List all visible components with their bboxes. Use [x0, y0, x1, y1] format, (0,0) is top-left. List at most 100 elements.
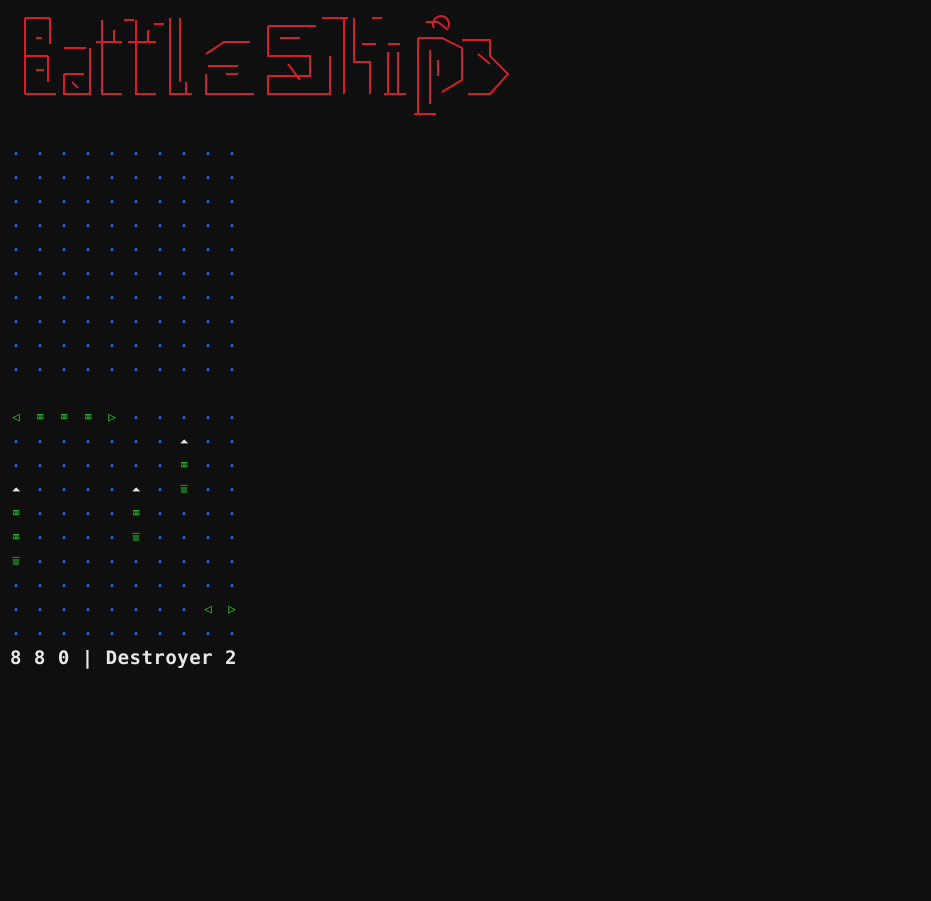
enemy-cell-water[interactable]: ·	[172, 286, 196, 310]
enemy-cell-water[interactable]: ·	[76, 358, 100, 382]
enemy-cell-water[interactable]: ·	[76, 238, 100, 262]
enemy-cell-water[interactable]: ·	[172, 238, 196, 262]
enemy-cell-water[interactable]: ·	[148, 334, 172, 358]
enemy-cell-water[interactable]: ·	[196, 190, 220, 214]
enemy-cell-water[interactable]: ·	[4, 310, 28, 334]
enemy-cell-water[interactable]: ·	[4, 358, 28, 382]
enemy-cell-water[interactable]: ·	[76, 214, 100, 238]
enemy-cell-water[interactable]: ·	[220, 166, 244, 190]
enemy-cell-water[interactable]: ·	[100, 190, 124, 214]
enemy-cell-water[interactable]: ·	[52, 214, 76, 238]
enemy-cell-water[interactable]: ·	[52, 142, 76, 166]
enemy-cell-water[interactable]: ·	[52, 358, 76, 382]
enemy-cell-water[interactable]: ·	[172, 142, 196, 166]
enemy-cell-water[interactable]: ·	[148, 310, 172, 334]
enemy-cell-water[interactable]: ·	[124, 286, 148, 310]
enemy-cell-water[interactable]: ·	[220, 142, 244, 166]
enemy-cell-water[interactable]: ·	[52, 310, 76, 334]
enemy-cell-water[interactable]: ·	[172, 358, 196, 382]
enemy-cell-water[interactable]: ·	[124, 214, 148, 238]
enemy-cell-water[interactable]: ·	[28, 166, 52, 190]
enemy-cell-water[interactable]: ·	[52, 334, 76, 358]
enemy-cell-water[interactable]: ·	[196, 334, 220, 358]
enemy-cell-water[interactable]: ·	[100, 286, 124, 310]
enemy-cell-water[interactable]: ·	[124, 142, 148, 166]
enemy-cell-water[interactable]: ·	[220, 214, 244, 238]
enemy-cell-water[interactable]: ·	[196, 310, 220, 334]
enemy-cell-water[interactable]: ·	[172, 310, 196, 334]
enemy-cell-water[interactable]: ·	[124, 358, 148, 382]
enemy-cell-water[interactable]: ·	[124, 166, 148, 190]
enemy-cell-water[interactable]: ·	[100, 166, 124, 190]
enemy-cell-water[interactable]: ·	[100, 262, 124, 286]
enemy-cell-water[interactable]: ·	[148, 190, 172, 214]
enemy-cell-water[interactable]: ·	[28, 214, 52, 238]
enemy-cell-water[interactable]: ·	[28, 286, 52, 310]
enemy-cell-water[interactable]: ·	[124, 262, 148, 286]
enemy-cell-water[interactable]: ·	[76, 310, 100, 334]
enemy-cell-water[interactable]: ·	[172, 214, 196, 238]
enemy-cell-water[interactable]: ·	[196, 142, 220, 166]
enemy-cell-water[interactable]: ·	[220, 190, 244, 214]
enemy-cell-water[interactable]: ·	[52, 262, 76, 286]
enemy-cell-water[interactable]: ·	[196, 238, 220, 262]
enemy-cell-water[interactable]: ·	[220, 286, 244, 310]
enemy-cell-water[interactable]: ·	[100, 214, 124, 238]
enemy-cell-water[interactable]: ·	[124, 334, 148, 358]
enemy-cell-water[interactable]: ·	[148, 358, 172, 382]
enemy-cell-water[interactable]: ·	[4, 238, 28, 262]
enemy-cell-water[interactable]: ·	[196, 166, 220, 190]
enemy-cell-water[interactable]: ·	[148, 166, 172, 190]
enemy-cell-water[interactable]: ·	[196, 286, 220, 310]
enemy-cell-water[interactable]: ·	[4, 142, 28, 166]
enemy-cell-water[interactable]: ·	[76, 166, 100, 190]
enemy-cell-water[interactable]: ·	[4, 166, 28, 190]
enemy-cell-water[interactable]: ·	[220, 262, 244, 286]
enemy-cell-water[interactable]: ·	[172, 262, 196, 286]
enemy-cell-water[interactable]: ·	[148, 214, 172, 238]
enemy-cell-water[interactable]: ·	[4, 214, 28, 238]
enemy-cell-water[interactable]: ·	[76, 262, 100, 286]
enemy-cell-water[interactable]: ·	[196, 358, 220, 382]
enemy-cell-water[interactable]: ·	[52, 190, 76, 214]
enemy-cell-water[interactable]: ·	[220, 310, 244, 334]
enemy-cell-water[interactable]: ·	[28, 310, 52, 334]
enemy-cell-water[interactable]: ·	[4, 334, 28, 358]
enemy-cell-water[interactable]: ·	[220, 358, 244, 382]
enemy-cell-water[interactable]: ·	[52, 166, 76, 190]
enemy-cell-water[interactable]: ·	[28, 262, 52, 286]
enemy-cell-water[interactable]: ·	[196, 214, 220, 238]
enemy-cell-water[interactable]: ·	[76, 142, 100, 166]
enemy-cell-water[interactable]: ·	[76, 286, 100, 310]
enemy-cell-water[interactable]: ·	[100, 238, 124, 262]
enemy-cell-water[interactable]: ·	[220, 334, 244, 358]
enemy-cell-water[interactable]: ·	[148, 286, 172, 310]
enemy-cell-water[interactable]: ·	[172, 334, 196, 358]
enemy-cell-water[interactable]: ·	[28, 358, 52, 382]
enemy-cell-water[interactable]: ·	[4, 286, 28, 310]
enemy-cell-water[interactable]: ·	[4, 190, 28, 214]
enemy-cell-water[interactable]: ·	[196, 262, 220, 286]
enemy-cell-water[interactable]: ·	[124, 310, 148, 334]
enemy-cell-water[interactable]: ·	[28, 190, 52, 214]
enemy-cell-water[interactable]: ·	[100, 310, 124, 334]
enemy-cell-water[interactable]: ·	[148, 262, 172, 286]
enemy-cell-water[interactable]: ·	[100, 358, 124, 382]
enemy-cell-water[interactable]: ·	[172, 190, 196, 214]
enemy-cell-water[interactable]: ·	[148, 142, 172, 166]
enemy-cell-water[interactable]: ·	[28, 334, 52, 358]
enemy-cell-water[interactable]: ·	[220, 238, 244, 262]
enemy-cell-water[interactable]: ·	[76, 190, 100, 214]
enemy-cell-water[interactable]: ·	[100, 142, 124, 166]
enemy-cell-water[interactable]: ·	[124, 190, 148, 214]
enemy-cell-water[interactable]: ·	[4, 262, 28, 286]
enemy-cell-water[interactable]: ·	[172, 166, 196, 190]
enemy-cell-water[interactable]: ·	[52, 238, 76, 262]
enemy-cell-water[interactable]: ·	[52, 286, 76, 310]
enemy-cell-water[interactable]: ·	[28, 142, 52, 166]
enemy-cell-water[interactable]: ·	[124, 238, 148, 262]
enemy-cell-water[interactable]: ·	[76, 334, 100, 358]
enemy-cell-water[interactable]: ·	[28, 238, 52, 262]
enemy-cell-water[interactable]: ·	[148, 238, 172, 262]
enemy-cell-water[interactable]: ·	[100, 334, 124, 358]
